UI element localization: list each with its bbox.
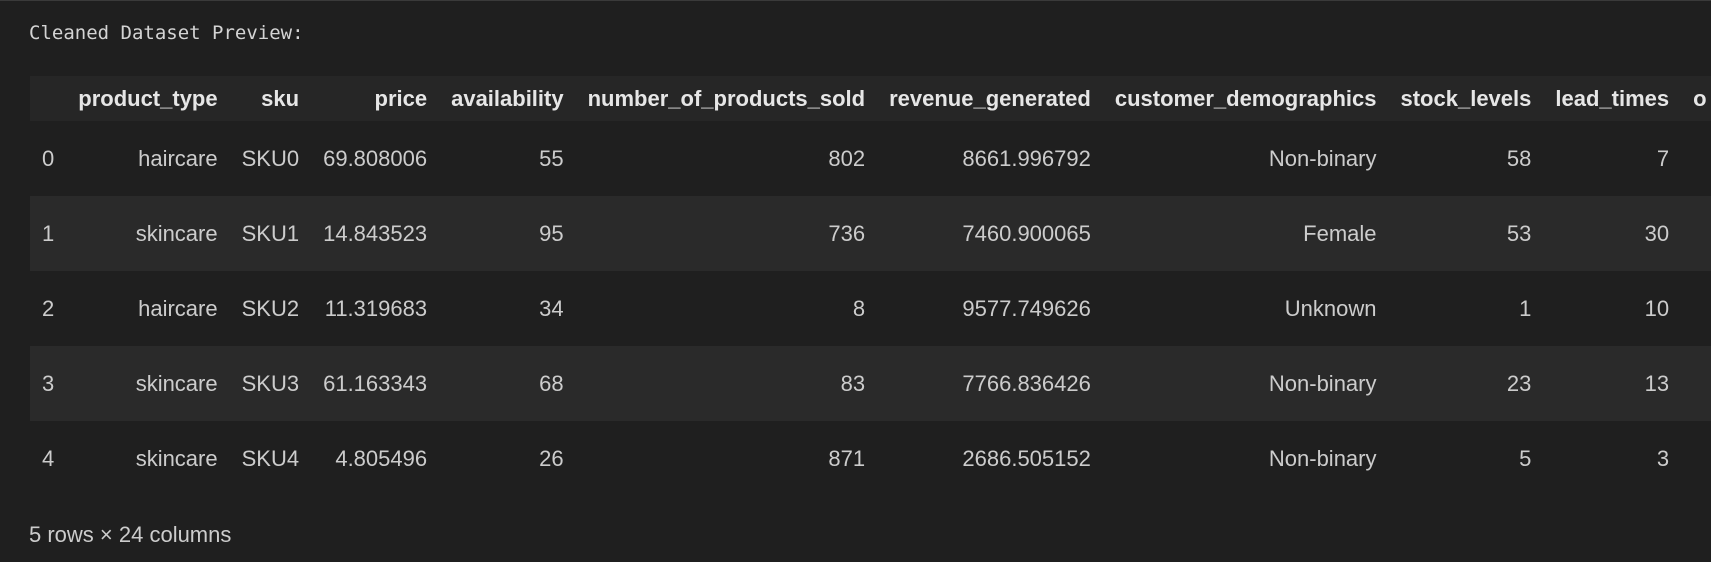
cell-lead-times: 30 bbox=[1644, 220, 1670, 246]
row-index: 4 bbox=[42, 445, 55, 471]
cell-customer-demographics: Unknown bbox=[1284, 295, 1377, 321]
cell-sku: SKU0 bbox=[241, 145, 300, 171]
table-row: 4 skincare SKU4 4.805496 26 871 2686.505… bbox=[30, 421, 1711, 496]
cell-sku: SKU4 bbox=[241, 445, 300, 471]
cell-truncated bbox=[1681, 346, 1711, 421]
cell-product-type: skincare bbox=[135, 220, 218, 246]
cell-customer-demographics: Non-binary bbox=[1268, 445, 1377, 471]
cell-price: 4.805496 bbox=[335, 445, 428, 471]
cell-product-type: haircare bbox=[138, 145, 218, 171]
cell-lead-times: 3 bbox=[1656, 445, 1670, 471]
cell-revenue-generated: 8661.996792 bbox=[962, 145, 1091, 171]
dataframe-table: product_type sku price availability numb… bbox=[30, 76, 1711, 496]
row-index: 2 bbox=[42, 295, 55, 321]
cell-revenue-generated: 7766.836426 bbox=[962, 370, 1091, 396]
cell-sku: SKU1 bbox=[241, 220, 300, 246]
row-index: 0 bbox=[42, 145, 55, 171]
row-index: 1 bbox=[42, 220, 55, 246]
table-row: 3 skincare SKU3 61.163343 68 83 7766.836… bbox=[30, 346, 1711, 421]
cell-divider bbox=[0, 0, 1711, 6]
dataframe-container[interactable]: product_type sku price availability numb… bbox=[30, 76, 1711, 496]
cell-revenue-generated: 9577.749626 bbox=[962, 295, 1091, 321]
column-header-product-type: product_type bbox=[78, 85, 218, 111]
cell-lead-times: 13 bbox=[1644, 370, 1670, 396]
cell-lead-times: 10 bbox=[1644, 295, 1670, 321]
cell-stock-levels: 1 bbox=[1519, 295, 1532, 321]
cell-availability: 26 bbox=[539, 445, 564, 471]
cell-stock-levels: 5 bbox=[1519, 445, 1532, 471]
table-row: 0 haircare SKU0 69.808006 55 802 8661.99… bbox=[30, 121, 1711, 196]
table-row: 1 skincare SKU1 14.843523 95 736 7460.90… bbox=[30, 196, 1711, 271]
cell-stock-levels: 58 bbox=[1506, 145, 1532, 171]
column-header-number-of-products-sold: number_of_products_sold bbox=[587, 85, 866, 111]
column-header-revenue-generated: revenue_generated bbox=[889, 85, 1091, 111]
cell-truncated bbox=[1681, 121, 1711, 196]
column-header-sku: sku bbox=[261, 85, 300, 111]
cell-availability: 55 bbox=[539, 145, 564, 171]
cell-truncated bbox=[1681, 421, 1711, 496]
cell-stock-levels: 53 bbox=[1506, 220, 1532, 246]
row-index: 3 bbox=[42, 370, 55, 396]
cell-number-of-products-sold: 802 bbox=[828, 145, 866, 171]
cell-product-type: haircare bbox=[138, 295, 218, 321]
cell-price: 61.163343 bbox=[323, 370, 428, 396]
cell-number-of-products-sold: 8 bbox=[852, 295, 866, 321]
column-header-index bbox=[30, 76, 66, 121]
cell-truncated bbox=[1681, 196, 1711, 271]
cell-number-of-products-sold: 736 bbox=[828, 220, 866, 246]
dataframe-shape-summary: 5 rows × 24 columns bbox=[29, 522, 232, 547]
cell-customer-demographics: Non-binary bbox=[1268, 370, 1377, 396]
cell-sku: SKU3 bbox=[241, 370, 300, 396]
cell-lead-times: 7 bbox=[1656, 145, 1670, 171]
cell-availability: 95 bbox=[539, 220, 564, 246]
column-header-customer-demographics: customer_demographics bbox=[1114, 85, 1377, 111]
notebook-cell-output: Cleaned Dataset Preview: product_type sk… bbox=[0, 0, 1711, 562]
cell-price: 11.319683 bbox=[324, 295, 428, 321]
column-header-lead-times: lead_times bbox=[1555, 85, 1670, 111]
cell-product-type: skincare bbox=[135, 445, 218, 471]
cell-revenue-generated: 7460.900065 bbox=[962, 220, 1091, 246]
column-header-availability: availability bbox=[451, 85, 564, 111]
column-header-truncated: o bbox=[1693, 85, 1707, 111]
cell-number-of-products-sold: 83 bbox=[840, 370, 866, 396]
cell-revenue-generated: 2686.505152 bbox=[962, 445, 1091, 471]
stdout-text: Cleaned Dataset Preview: bbox=[29, 22, 304, 44]
cell-truncated bbox=[1681, 271, 1711, 346]
cell-sku: SKU2 bbox=[241, 295, 300, 321]
column-header-stock-levels: stock_levels bbox=[1400, 85, 1532, 111]
table-row: 2 haircare SKU2 11.319683 34 8 9577.7496… bbox=[30, 271, 1711, 346]
cell-customer-demographics: Female bbox=[1303, 220, 1377, 246]
cell-customer-demographics: Non-binary bbox=[1268, 145, 1377, 171]
cell-number-of-products-sold: 871 bbox=[828, 445, 866, 471]
cell-product-type: skincare bbox=[135, 370, 218, 396]
cell-price: 14.843523 bbox=[323, 220, 428, 246]
cell-availability: 34 bbox=[539, 295, 564, 321]
table-header-row: product_type sku price availability numb… bbox=[30, 76, 1711, 121]
cell-stock-levels: 23 bbox=[1506, 370, 1532, 396]
column-header-price: price bbox=[374, 85, 428, 111]
cell-availability: 68 bbox=[539, 370, 564, 396]
cell-price: 69.808006 bbox=[323, 145, 428, 171]
